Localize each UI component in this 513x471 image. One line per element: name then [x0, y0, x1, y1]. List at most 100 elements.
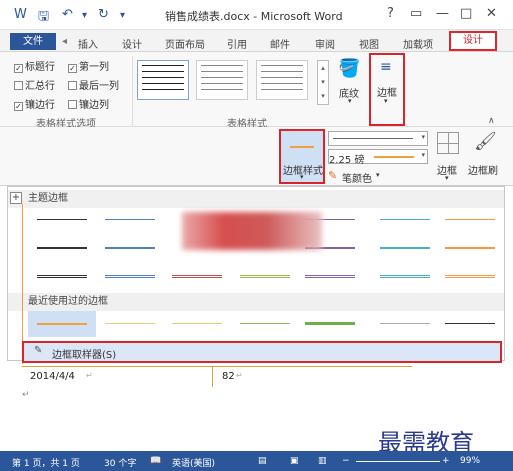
border-style-swatch[interactable]: [445, 323, 495, 324]
checkbox-last-column[interactable]: 最后一列: [68, 77, 119, 92]
tab-page-layout[interactable]: 页面布局: [165, 36, 205, 51]
table-cell-date[interactable]: 2014/4/4: [30, 371, 75, 382]
border-style-swatch[interactable]: [105, 323, 155, 324]
border-style-swatch[interactable]: [305, 322, 355, 325]
collapse-ribbon-icon[interactable]: ∧: [488, 116, 495, 126]
border-style-swatch[interactable]: [445, 247, 495, 249]
border-style-swatch[interactable]: [445, 219, 495, 220]
tab-references[interactable]: 引用: [227, 36, 247, 51]
borders-dropdown-icon[interactable]: ▾: [384, 97, 388, 105]
tab-design[interactable]: 设计: [122, 36, 142, 51]
border-style-swatch[interactable]: [380, 323, 430, 324]
table-cell-score[interactable]: 82: [222, 371, 235, 382]
border-style-swatch[interactable]: [380, 247, 430, 249]
customize-qat-icon[interactable]: ▾: [120, 10, 125, 21]
table-style-grid-thumbnail[interactable]: [137, 60, 189, 100]
tab-scroll-left-icon[interactable]: ◂: [62, 36, 67, 47]
shading-bucket-icon[interactable]: 🪣: [338, 58, 360, 79]
print-layout-icon[interactable]: ▣: [290, 456, 299, 466]
pen-color-icon[interactable]: ✎: [328, 169, 337, 182]
checkbox-label: 汇总行: [25, 81, 55, 92]
chevron-down-icon: ▾: [421, 133, 425, 141]
help-button[interactable]: ?: [387, 6, 394, 21]
border-style-swatch[interactable]: [105, 247, 155, 249]
tab-table-design[interactable]: 设计: [449, 31, 497, 51]
checkbox-header-row[interactable]: ✓ 标题行: [14, 58, 55, 73]
border-style-swatch[interactable]: [105, 219, 155, 220]
tab-file[interactable]: 文件: [10, 33, 56, 50]
zoom-level[interactable]: 99%: [460, 456, 480, 466]
shading-dropdown-icon[interactable]: ▾: [348, 97, 352, 105]
checkbox-label: 最后一列: [79, 81, 119, 92]
border-style-swatch[interactable]: [37, 247, 87, 249]
pen-color-label[interactable]: 笔颜色: [342, 170, 372, 185]
proofing-icon[interactable]: 📖: [150, 456, 161, 466]
border-style-swatch[interactable]: [380, 275, 430, 278]
cell-end-mark: ↵: [236, 371, 243, 380]
border-style-swatch[interactable]: [445, 275, 495, 278]
theme-borders-header: 主题边框: [8, 190, 504, 208]
checkbox-icon: ✓: [68, 64, 77, 73]
maximize-button[interactable]: □: [460, 6, 472, 21]
close-button[interactable]: ✕: [486, 6, 497, 21]
tab-view[interactable]: 视图: [359, 36, 379, 51]
window-title: 销售成绩表.docx - Microsoft Word: [165, 10, 343, 23]
checkbox-banded-columns[interactable]: 镶边列: [68, 96, 109, 111]
table-column-divider: [212, 367, 213, 387]
ribbon-display-options-button[interactable]: ▭: [410, 6, 422, 21]
undo-dropdown-icon[interactable]: ▾: [82, 10, 87, 21]
borders-grid-icon[interactable]: [437, 132, 459, 154]
border-style-swatch[interactable]: [240, 275, 290, 278]
line-style-dropdown[interactable]: ▾: [328, 131, 428, 146]
checkbox-total-row[interactable]: 汇总行: [14, 77, 55, 92]
border-painter-label[interactable]: 边框刷: [468, 162, 498, 177]
word-count[interactable]: 30 个字: [104, 456, 136, 469]
zoom-out-icon[interactable]: −: [342, 456, 350, 466]
checkbox-label: 标题行: [25, 62, 55, 73]
table-style-preview: [261, 65, 303, 95]
checkbox-first-column[interactable]: ✓ 第一列: [68, 58, 109, 73]
border-style-swatch[interactable]: [37, 323, 87, 325]
border-style-swatch[interactable]: [105, 275, 155, 278]
borders-button-dropdown-icon[interactable]: ▾: [445, 174, 449, 182]
tab-addins[interactable]: 加载项: [403, 36, 433, 51]
language-indicator[interactable]: 英语(美国): [172, 456, 215, 469]
save-icon[interactable]: 🖫: [38, 7, 49, 29]
border-style-swatch[interactable]: [172, 323, 222, 324]
border-style-swatch[interactable]: [380, 219, 430, 220]
tab-mailings[interactable]: 邮件: [270, 36, 290, 51]
web-layout-icon[interactable]: ▥: [318, 456, 327, 466]
border-style-swatch[interactable]: [37, 275, 87, 278]
checkbox-banded-rows[interactable]: ✓ 镶边行: [14, 96, 55, 111]
line-style-preview: [333, 138, 413, 139]
redo-icon[interactable]: ↻: [98, 7, 109, 22]
zoom-slider[interactable]: [356, 461, 440, 462]
table-style-preview: [142, 65, 184, 95]
pen-color-dropdown-icon[interactable]: ▾: [376, 171, 380, 179]
group-divider: [132, 56, 133, 126]
line-weight-dropdown[interactable]: 2.25 磅 ▾: [328, 149, 428, 166]
table-move-handle-icon[interactable]: +: [10, 192, 22, 204]
zoom-in-icon[interactable]: +: [442, 456, 450, 466]
table-style-plain-thumbnail[interactable]: [196, 60, 248, 100]
undo-icon[interactable]: ↶: [62, 7, 73, 22]
minimize-button[interactable]: —: [436, 6, 449, 21]
cell-end-mark: ↵: [86, 371, 93, 380]
checkbox-icon: ✓: [14, 64, 23, 73]
checkbox-icon: [68, 81, 77, 90]
tab-insert[interactable]: 插入: [78, 36, 98, 51]
border-style-swatch[interactable]: [305, 275, 355, 278]
border-style-swatch[interactable]: [37, 219, 87, 220]
border-sampler-label: 边框取样器(S): [52, 350, 117, 361]
borders-ribbon-row: 边框样式 ▾ ▾ 2.25 磅 ▾ ✎ 笔颜色 ▾ 边框 ▾ 🖌 边框刷: [0, 127, 513, 186]
tab-review[interactable]: 审阅: [315, 36, 335, 51]
page-count[interactable]: 第 1 页，共 1 页: [12, 456, 80, 469]
border-painter-icon[interactable]: 🖌: [474, 131, 497, 152]
border-style-swatch[interactable]: [240, 323, 290, 324]
borders-icon[interactable]: ≡: [380, 59, 392, 75]
border-style-swatch[interactable]: [172, 275, 222, 278]
table-styles-scroll[interactable]: ▴ ▾ ▾: [317, 60, 329, 105]
read-mode-icon[interactable]: ▤: [258, 456, 267, 466]
border-styles-dropdown-icon: ▾: [300, 173, 304, 181]
table-style-light-thumbnail[interactable]: [256, 60, 308, 100]
